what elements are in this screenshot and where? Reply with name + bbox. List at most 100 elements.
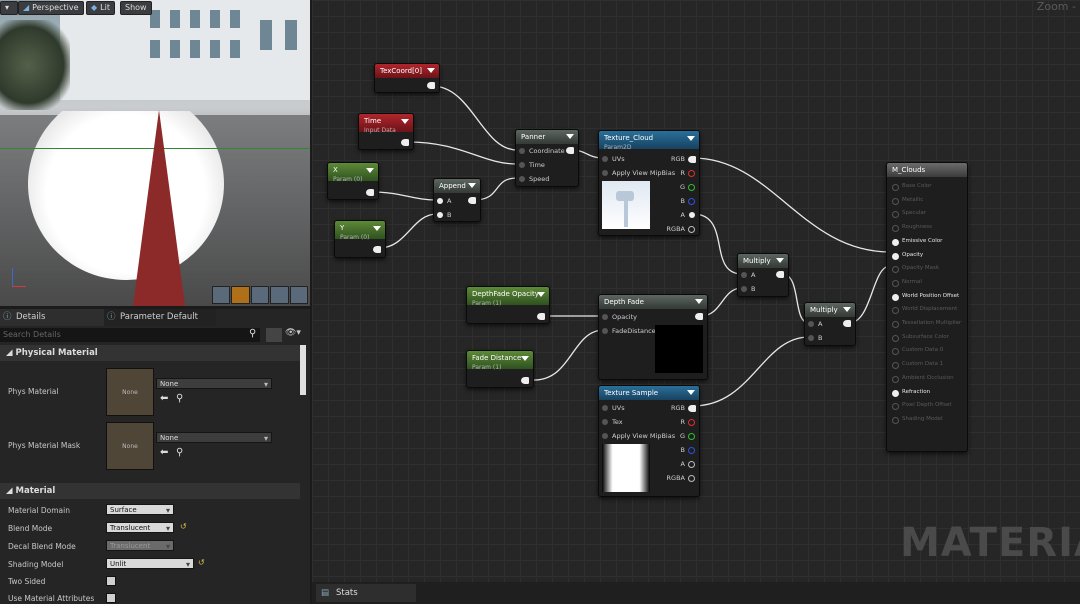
result-input-pin[interactable] <box>892 362 899 370</box>
input-pin-speed[interactable] <box>519 176 525 182</box>
result-input-pin[interactable] <box>892 375 899 383</box>
output-pin-a[interactable] <box>688 461 695 468</box>
input-pin-coordinate[interactable] <box>519 148 525 154</box>
viewport-menu-button[interactable]: ▾ <box>0 1 18 15</box>
input-pin-b[interactable] <box>437 212 443 218</box>
output-pin-rgb[interactable] <box>688 405 696 412</box>
node-depth-fade[interactable]: Depth Fade Opacity FadeDistance <box>598 294 708 380</box>
phys-material-mask-dropdown[interactable]: None <box>156 432 272 444</box>
node-time[interactable]: Time Input Data <box>358 113 414 150</box>
category-material[interactable]: ◢ Material <box>0 483 300 499</box>
tab-details[interactable]: ⓘ Details <box>0 309 114 326</box>
input-pin-uvs[interactable] <box>602 405 608 411</box>
category-physical-material[interactable]: ◢ Physical Material <box>0 345 300 361</box>
output-pin[interactable] <box>566 147 574 154</box>
viewport-panel[interactable]: ▾ ◢ Perspective ◆ Lit Show <box>0 0 310 306</box>
search-details-input[interactable]: Search Details <box>0 328 260 342</box>
tab-stats[interactable]: ▤ Stats <box>316 584 416 602</box>
plane-preview-button[interactable] <box>250 286 270 304</box>
two-sided-checkbox[interactable] <box>106 576 116 586</box>
result-input-pin[interactable] <box>892 321 899 328</box>
input-pin-time[interactable] <box>519 162 525 168</box>
decal-blend-mode-dropdown[interactable]: Translucent <box>106 540 174 552</box>
material-domain-dropdown[interactable]: Surface <box>106 504 174 516</box>
output-pin-a[interactable] <box>689 212 695 218</box>
material-graph-canvas[interactable]: Zoom - TexCoord[0] Time Input Data X Param… <box>312 0 1080 582</box>
output-pin[interactable] <box>537 313 545 320</box>
output-pin[interactable] <box>427 82 435 89</box>
sphere-preview-button[interactable] <box>231 286 250 304</box>
node-panner[interactable]: Panner Coordinate Time Speed <box>515 129 579 187</box>
input-pin-b[interactable] <box>808 335 814 341</box>
input-pin-uvs[interactable] <box>602 156 608 162</box>
shading-model-dropdown[interactable]: Unlit <box>106 558 194 570</box>
blend-mode-dropdown[interactable]: Translucent <box>106 522 174 534</box>
output-pin[interactable] <box>776 271 784 278</box>
eye-icon[interactable]: 👁▾ <box>285 328 307 342</box>
phys-material-mask-thumbnail[interactable]: None <box>106 422 154 470</box>
input-pin-mipbias[interactable] <box>602 170 608 176</box>
output-pin[interactable] <box>373 246 381 253</box>
use-material-attributes-checkbox[interactable] <box>106 593 116 603</box>
result-input-pin[interactable] <box>892 403 899 411</box>
node-texture-sample[interactable]: Texture Sample UVs Tex Apply View MipBia… <box>598 385 700 497</box>
output-pin-rgba[interactable] <box>688 475 695 482</box>
use-selected-arrow-icon[interactable]: ⬅ <box>160 447 168 458</box>
result-input-pin[interactable] <box>892 266 899 274</box>
input-pin-tex[interactable] <box>602 419 608 425</box>
output-pin-b[interactable] <box>688 198 695 205</box>
result-input-pin[interactable] <box>892 211 899 219</box>
output-pin-r[interactable] <box>688 419 695 426</box>
show-button[interactable]: Show <box>120 1 152 15</box>
result-input-pin[interactable] <box>892 279 899 287</box>
node-fade-distance-param[interactable]: Fade Distance Param (1) <box>466 350 534 388</box>
reset-to-default-icon[interactable]: ↺ <box>180 522 187 531</box>
result-input-pin[interactable] <box>892 238 899 246</box>
view-options-grid-icon[interactable] <box>266 328 282 342</box>
node-multiply-2[interactable]: Multiply A B <box>804 302 856 346</box>
node-append[interactable]: Append A B <box>433 178 481 222</box>
output-pin[interactable] <box>521 377 529 384</box>
result-input-pin[interactable] <box>892 334 899 342</box>
scrollbar-thumb[interactable] <box>300 345 306 395</box>
result-input-pin[interactable] <box>892 307 899 315</box>
output-pin-rgba[interactable] <box>688 226 695 233</box>
input-pin-opacity[interactable] <box>602 314 608 320</box>
result-input-pin[interactable] <box>892 184 899 191</box>
input-pin-a[interactable] <box>741 272 747 278</box>
output-pin[interactable] <box>468 197 476 204</box>
cube-preview-button[interactable] <box>270 286 289 304</box>
input-pin-a[interactable] <box>437 198 443 204</box>
output-pin[interactable] <box>843 320 851 327</box>
reset-to-default-icon[interactable]: ↺ <box>198 558 205 567</box>
output-pin[interactable] <box>695 313 703 320</box>
output-pin-g[interactable] <box>688 433 695 440</box>
input-pin-a[interactable] <box>808 321 814 327</box>
output-pin[interactable] <box>366 189 374 196</box>
node-depthfade-opacity-param[interactable]: DepthFade Opacity Param (1) <box>466 286 550 324</box>
output-pin-rgb[interactable] <box>688 156 696 163</box>
node-texture-cloud[interactable]: Texture_Cloud Param2D UVs Apply View MipB… <box>598 130 700 236</box>
output-pin-b[interactable] <box>688 447 695 454</box>
output-pin[interactable] <box>401 139 409 146</box>
node-texcoord[interactable]: TexCoord[0] <box>374 63 440 93</box>
result-input-pin[interactable] <box>892 252 899 260</box>
result-input-pin[interactable] <box>892 197 899 205</box>
node-m-clouds-result[interactable]: M_Clouds Base Color Metallic Specular Rough… <box>886 162 968 452</box>
tab-parameter-defaults[interactable]: ⓘ Parameter Default <box>104 309 216 326</box>
node-y-param[interactable]: Y Param (0) <box>334 220 386 258</box>
result-input-pin[interactable] <box>892 416 899 424</box>
input-pin-b[interactable] <box>741 286 747 292</box>
input-pin-fade-distance[interactable] <box>602 328 608 334</box>
use-selected-arrow-icon[interactable]: ⬅ <box>160 393 168 404</box>
phys-material-thumbnail[interactable]: None <box>106 368 154 416</box>
result-input-pin[interactable] <box>892 293 899 301</box>
node-x-param[interactable]: X Param (0) <box>327 162 379 200</box>
browse-search-icon[interactable]: ⚲ <box>176 393 183 404</box>
lit-button[interactable]: ◆ Lit <box>86 1 115 15</box>
result-input-pin[interactable] <box>892 389 899 397</box>
mesh-preview-button[interactable] <box>289 286 309 304</box>
browse-search-icon[interactable]: ⚲ <box>176 447 183 458</box>
result-input-pin[interactable] <box>892 348 899 356</box>
node-multiply-1[interactable]: Multiply A B <box>737 253 789 297</box>
